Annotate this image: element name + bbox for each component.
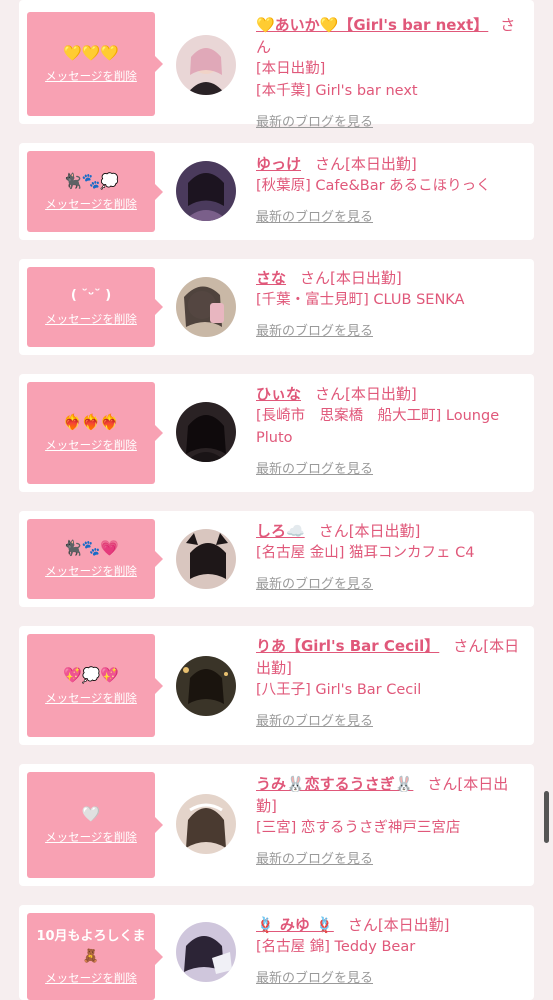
latest-blog-link[interactable]: 最新のブログを見る [256,209,373,227]
bubble-text: 🐈‍⬛🐾💭 [62,171,120,190]
message-bubble: 🐈‍⬛🐾💭 メッセージを削除 [27,151,163,232]
message-bubble: ❤️‍🔥❤️‍🔥❤️‍🔥 メッセージを削除 [27,382,163,484]
honorific-label: さん [300,269,331,287]
cast-name-link[interactable]: しろ☁️ [256,522,305,540]
message-bubble: 💛💛💛 メッセージを削除 [27,12,163,116]
delete-message-link[interactable]: メッセージを削除 [45,311,137,327]
cast-name-link[interactable]: 🪢 みゆ 🪢 [256,916,334,934]
honorific-label: さん [315,155,346,173]
message-card: 🐈‍⬛🐾💭 メッセージを削除 ゆっけ さん[本日出勤] [秋葉原] Cafe&Ba… [19,143,534,240]
scrollbar[interactable] [544,791,549,843]
cast-name-link[interactable]: ひぃな [256,385,301,403]
message-card: 💖💭💖 メッセージを削除 りあ【Girl's Bar Cecil】 さん[本日出勤… [19,626,534,745]
status-badge: [本日出勤] [256,61,326,77]
delete-message-link[interactable]: メッセージを削除 [45,690,137,706]
shop-label: [名古屋 金山] 猫耳コンカフェ C4 [256,545,475,561]
delete-message-link[interactable]: メッセージを削除 [45,829,137,845]
bubble-text: 🤍 [81,805,101,823]
status-badge: [本日出勤] [345,155,417,173]
honorific-label: さん [347,916,378,934]
shop-label: [本千葉] Girl's bar next [256,83,418,99]
latest-blog-link[interactable]: 最新のブログを見る [256,851,373,869]
bubble-text: ( ˘ᵕ˘ ) [70,288,112,303]
cast-name-link[interactable]: さな [256,269,286,287]
message-card: ❤️‍🔥❤️‍🔥❤️‍🔥 メッセージを削除 ひぃな さん[本日出勤] [長崎市 思… [19,374,534,492]
honorific-label: さん [318,522,349,540]
delete-message-link[interactable]: メッセージを削除 [45,196,137,212]
message-bubble: 🤍 メッセージを削除 [27,772,163,878]
delete-message-link[interactable]: メッセージを削除 [45,437,137,453]
message-bubble: ( ˘ᵕ˘ ) メッセージを削除 [27,267,163,347]
latest-blog-link[interactable]: 最新のブログを見る [256,970,373,988]
honorific-label: さん [427,775,458,793]
bubble-text: 🐈‍⬛🐾💗 [62,539,120,557]
honorific-label: さん [315,385,346,403]
status-badge: [本日出勤] [348,522,421,540]
latest-blog-link[interactable]: 最新のブログを見る [256,114,373,132]
message-bubble: 💖💭💖 メッセージを削除 [27,634,163,737]
message-bubble: 10月もよろしくま🧸 メッセージを削除 [27,913,163,1000]
delete-message-link[interactable]: メッセージを削除 [45,970,137,986]
avatar[interactable] [176,529,236,589]
cast-name-link[interactable]: りあ【Girl's Bar Cecil】 [256,637,439,655]
bubble-text: 💛💛💛 [62,44,120,62]
latest-blog-link[interactable]: 最新のブログを見る [256,461,373,479]
avatar[interactable] [176,922,236,982]
avatar[interactable] [176,402,236,462]
message-card: 10月もよろしくま🧸 メッセージを削除 🪢 みゆ 🪢 さん[本日出勤] [名古屋 … [19,905,534,1000]
avatar[interactable] [176,656,236,716]
shop-label: [三宮] 恋するうさぎ神戸三宮店 [256,820,461,836]
bubble-text: 💖💭💖 [62,665,120,684]
status-badge: [本日出勤] [345,385,417,403]
delete-message-link[interactable]: メッセージを削除 [45,563,137,579]
shop-label: [秋葉原] Cafe&Bar あるこほりっく [256,178,491,194]
latest-blog-link[interactable]: 最新のブログを見る [256,576,373,594]
avatar[interactable] [176,161,236,221]
latest-blog-link[interactable]: 最新のブログを見る [256,323,373,341]
bubble-text: 10月もよろしくま🧸 [36,929,146,964]
shop-label: [八王子] Girl's Bar Cecil [256,682,422,698]
shop-label: [千葉・富士見町] CLUB SENKA [256,292,465,308]
cast-name-link[interactable]: うみ🐰恋するうさぎ🐰 [256,775,413,793]
avatar[interactable] [176,277,236,337]
message-card: 🤍 メッセージを削除 うみ🐰恋するうさぎ🐰 さん[本日出勤] [三宮] 恋するうさ… [19,764,534,886]
shop-label: [名古屋 錦] Teddy Bear [256,939,416,955]
cast-name-link[interactable]: 💛あいか💛【Girl's bar next】 [256,16,488,34]
avatar[interactable] [176,35,236,95]
bubble-text: ❤️‍🔥❤️‍🔥❤️‍🔥 [62,413,120,431]
avatar[interactable] [176,794,236,854]
status-badge: [本日出勤] [330,269,402,287]
status-badge: [本日出勤] [377,916,450,934]
delete-message-link[interactable]: メッセージを削除 [45,68,137,84]
message-card: 💛💛💛 メッセージを削除 💛あいか💛【Girl's bar next】 さん [本… [19,0,534,130]
honorific-label: さん [453,637,484,655]
cast-name-link[interactable]: ゆっけ [256,155,301,173]
message-card: ( ˘ᵕ˘ ) メッセージを削除 さな さん[本日出勤] [千葉・富士見町] CL… [19,259,534,355]
shop-label: [長崎市 思案橋 船大工町] Lounge Pluto [256,408,500,446]
message-card: 🐈‍⬛🐾💗 メッセージを削除 しろ☁️ さん[本日出勤] [名古屋 金山] 猫耳コ… [19,511,534,607]
latest-blog-link[interactable]: 最新のブログを見る [256,713,373,731]
message-bubble: 🐈‍⬛🐾💗 メッセージを削除 [27,519,163,599]
